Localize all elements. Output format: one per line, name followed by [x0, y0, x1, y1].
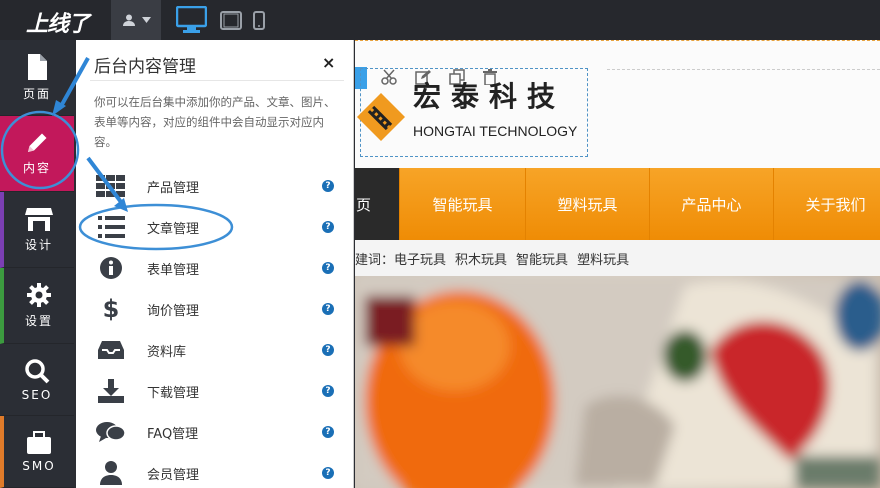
chat-icon [96, 421, 126, 443]
menu-item-articles[interactable]: 文章管理 ? [96, 212, 344, 242]
sidebar-item-settings[interactable]: 设置 [0, 268, 74, 344]
sidebar-item-label: 内容 [22, 161, 51, 175]
sidebar-item-pages[interactable]: 页面 [0, 40, 74, 116]
sidebar-item-seo[interactable]: SEO [0, 344, 74, 416]
menu-item-faq[interactable]: FAQ管理 ? [96, 417, 344, 447]
menu-item-products[interactable]: 产品管理 ? [96, 171, 344, 201]
site-header: 宏泰科技 HONGTAI TECHNOLOGY [355, 40, 880, 168]
inbox-icon [96, 340, 126, 360]
brand-component[interactable]: 宏泰科技 HONGTAI TECHNOLOGY [357, 68, 588, 157]
sidebar-item-label: SMO [22, 458, 56, 473]
keyword-bar: 建词： 电子玩具 积木玩具 智能玩具 塑料玩具 [355, 240, 880, 276]
menu-item-label: 下载管理 [147, 385, 200, 401]
brand-name-cn: 宏泰科技 [413, 80, 566, 113]
content-management-panel: 后台内容管理 × 你可以在后台集中添加你的产品、文章、图片、表单等内容，对应的组… [76, 40, 354, 488]
website-preview: 宏泰科技 HONGTAI TECHNOLOGY 页 智能玩具 塑料玩具 产品中心… [355, 40, 880, 488]
nav-item-home[interactable]: 页 [355, 168, 399, 240]
menu-item-label: FAQ管理 [147, 426, 199, 442]
main-sidebar: 页面 内容 设计 设置 SEO SMO [0, 40, 74, 488]
sidebar-item-label: 设置 [24, 314, 53, 328]
help-icon[interactable]: ? [322, 262, 334, 274]
tablet-icon [220, 11, 242, 30]
app-logo[interactable]: 上线了 [26, 6, 90, 38]
list-icon [96, 216, 126, 238]
mobile-icon [253, 11, 265, 30]
nav-item-products[interactable]: 产品中心 [649, 168, 773, 240]
help-icon[interactable]: ? [322, 467, 334, 479]
nav-item-about[interactable]: 关于我们 [773, 168, 880, 240]
close-button[interactable]: × [322, 53, 335, 72]
help-icon[interactable]: ? [322, 344, 334, 356]
help-icon[interactable]: ? [322, 221, 334, 233]
tablet-view-button[interactable] [220, 11, 242, 34]
mobile-view-button[interactable] [253, 11, 265, 34]
nav-item-plastic-toys[interactable]: 塑料玩具 [525, 168, 649, 240]
help-icon[interactable]: ? [322, 180, 334, 192]
dollar-icon: $ [102, 295, 120, 323]
nav-item-smart-toys[interactable]: 智能玩具 [399, 168, 525, 240]
keyword-link[interactable]: 电子玩具 [394, 249, 446, 268]
panel-divider [90, 80, 344, 81]
member-icon [96, 461, 126, 485]
user-icon [122, 14, 135, 26]
sidebar-item-smo[interactable]: SMO [0, 416, 74, 488]
info-icon [96, 257, 126, 279]
search-icon [25, 358, 50, 383]
page-icon [28, 54, 47, 80]
header-placeholder [607, 69, 880, 77]
sidebar-item-design[interactable]: 设计 [0, 192, 74, 268]
desktop-icon [175, 5, 208, 33]
menu-item-label: 表单管理 [147, 262, 200, 278]
keyword-link[interactable]: 塑料玩具 [577, 249, 629, 268]
brand-name-en: HONGTAI TECHNOLOGY [413, 123, 578, 139]
briefcase-icon [27, 430, 51, 454]
menu-item-downloads[interactable]: 下载管理 ? [96, 376, 344, 406]
sidebar-item-label: 设计 [24, 238, 53, 252]
chevron-down-icon [141, 17, 151, 23]
menu-item-label: 资料库 [147, 344, 187, 360]
menu-item-label: 询价管理 [147, 303, 200, 319]
menu-item-members[interactable]: 会员管理 ? [96, 458, 344, 488]
help-icon[interactable]: ? [322, 303, 334, 315]
menu-item-label: 产品管理 [147, 180, 200, 196]
brand-logo-icon [357, 93, 405, 141]
menu-item-label: 文章管理 [147, 221, 200, 237]
panel-description: 你可以在后台集中添加你的产品、文章、图片、表单等内容，对应的组件中会自动显示对应… [94, 95, 336, 149]
keyword-label: 建词： [355, 252, 395, 268]
menu-item-label: 会员管理 [147, 467, 200, 483]
gear-icon [27, 283, 51, 307]
sidebar-item-label: SEO [21, 387, 53, 402]
help-icon[interactable]: ? [322, 426, 334, 438]
site-nav: 页 智能玩具 塑料玩具 产品中心 关于我们 [355, 168, 880, 240]
user-menu-button[interactable] [111, 0, 161, 40]
menu-item-library[interactable]: 资料库 ? [96, 335, 344, 365]
sidebar-item-content[interactable]: 内容 [0, 116, 74, 192]
top-toolbar: 上线了 [0, 0, 880, 40]
keyword-link[interactable]: 积木玩具 [455, 249, 507, 268]
pencil-icon [28, 133, 47, 152]
sidebar-item-label: 页面 [22, 87, 51, 101]
panel-title: 后台内容管理 [94, 57, 196, 77]
menu-item-inquiries[interactable]: $ 询价管理 ? [96, 294, 344, 324]
keyword-link[interactable]: 智能玩具 [516, 249, 568, 268]
help-icon[interactable]: ? [322, 385, 334, 397]
grid-icon [96, 175, 126, 197]
hero-banner[interactable] [355, 276, 880, 488]
desktop-view-button[interactable] [175, 5, 208, 38]
download-icon [96, 379, 126, 403]
menu-item-forms[interactable]: 表单管理 ? [96, 253, 344, 283]
store-icon [25, 208, 53, 231]
banner-image [355, 276, 880, 488]
